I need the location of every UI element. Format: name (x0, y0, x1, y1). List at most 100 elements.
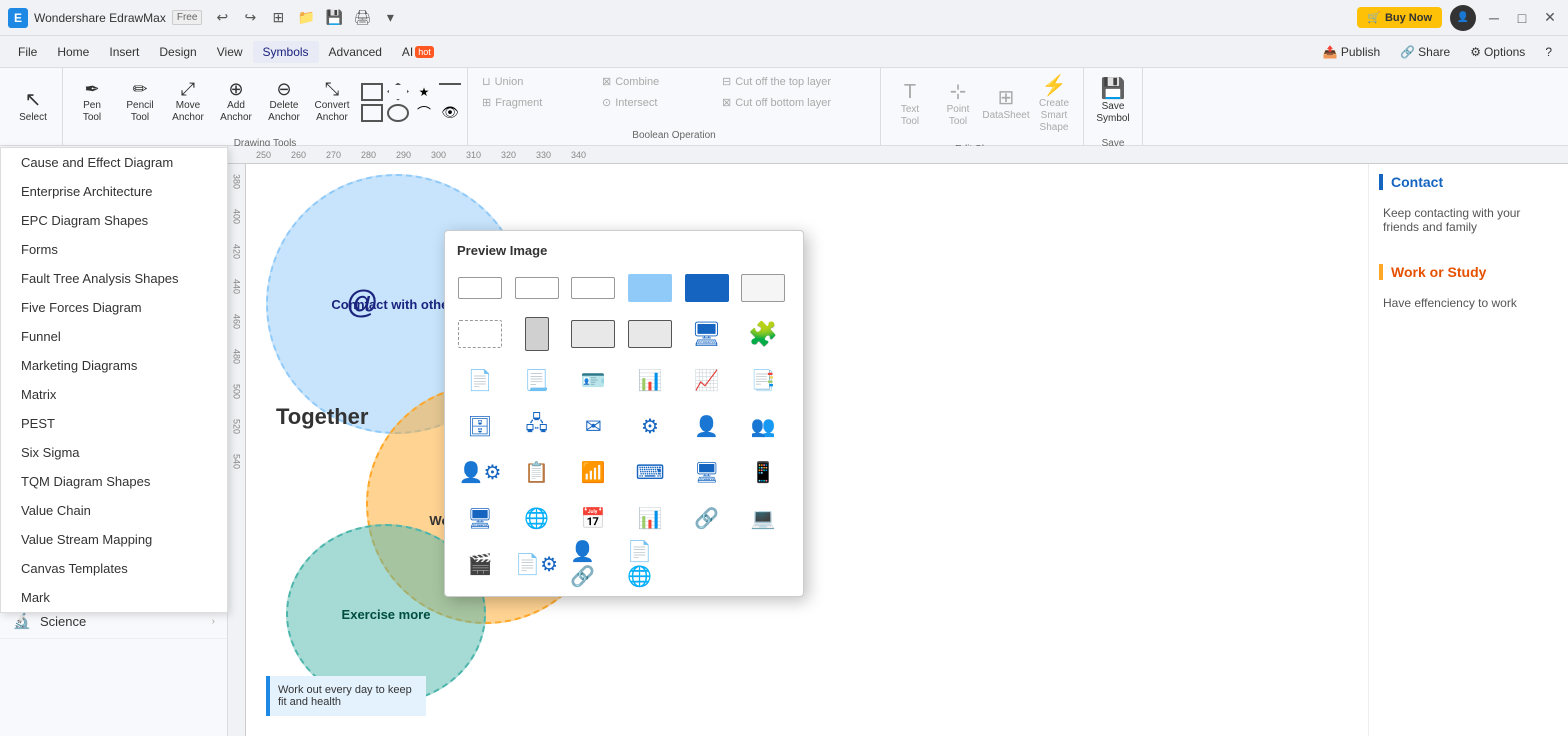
save-symbol-btn[interactable]: 💾 SaveSymbol (1090, 72, 1136, 132)
dropdown-tqm[interactable]: TQM Diagram Shapes (1, 467, 227, 496)
minimize-btn[interactable]: ─ (1484, 8, 1504, 28)
point-tool-btn[interactable]: ⊹ PointTool (935, 75, 981, 135)
dropdown-cause-effect[interactable]: Cause and Effect Diagram (1, 148, 227, 177)
icon-doc-report[interactable]: 📑 (740, 360, 786, 400)
combine-btn[interactable]: ⊠ Combine (594, 72, 714, 91)
shape-rect-filled[interactable] (627, 268, 673, 308)
icon-clipboard[interactable]: 📋 (514, 452, 560, 492)
icon-table[interactable]: 📊 (627, 360, 673, 400)
shape-puzzle[interactable]: 🧩 (740, 314, 786, 354)
dropdown-value-chain[interactable]: Value Chain (1, 496, 227, 525)
dropdown-matrix[interactable]: Matrix (1, 380, 227, 409)
line-shape[interactable] (439, 83, 461, 101)
dropdown-mark[interactable]: Mark (1, 583, 227, 612)
undo-btn[interactable]: ↩ (210, 6, 234, 30)
icon-email[interactable]: ✉ (570, 406, 616, 446)
dropdown-epc[interactable]: EPC Diagram Shapes (1, 206, 227, 235)
buy-now-button[interactable]: 🛒 Buy Now (1357, 7, 1442, 28)
help-btn[interactable]: ? (1537, 41, 1560, 63)
icon-signal[interactable]: 📶 (570, 452, 616, 492)
rect2-shape[interactable] (361, 104, 383, 122)
menu-view[interactable]: View (207, 41, 253, 63)
dropdown-forms[interactable]: Forms (1, 235, 227, 264)
icon-media[interactable]: 🎬 (457, 544, 503, 584)
menu-insert[interactable]: Insert (99, 41, 149, 63)
icon-settings[interactable]: ⚙ (627, 406, 673, 446)
shape-monitor[interactable]: 🖥 (684, 314, 730, 354)
publish-btn[interactable]: 📤Publish (1315, 41, 1388, 63)
shape-rect-light[interactable] (740, 268, 786, 308)
icon-report[interactable]: 📊 (627, 498, 673, 538)
share-btn[interactable]: 🔗Share (1392, 41, 1458, 63)
dropdown-value-stream[interactable]: Value Stream Mapping (1, 525, 227, 554)
icon-user-connect[interactable]: 👤🔗 (570, 544, 616, 584)
eye-shape[interactable]: 👁 (439, 104, 461, 122)
icon-team[interactable]: 👥 (740, 406, 786, 446)
shape-rect-outline2[interactable] (627, 314, 673, 354)
dropdown-canvas-templates[interactable]: Canvas Templates (1, 554, 227, 583)
dropdown-enterprise-arch[interactable]: Enterprise Architecture (1, 177, 227, 206)
icon-code[interactable]: 💻 (740, 498, 786, 538)
icon-card[interactable]: 🪪 (570, 360, 616, 400)
icon-doc-globe[interactable]: 📄🌐 (627, 544, 673, 584)
dropdown-six-sigma[interactable]: Six Sigma (1, 438, 227, 467)
more-btn[interactable]: ▾ (378, 6, 402, 30)
shape-rect-outline[interactable] (570, 314, 616, 354)
rect-shape[interactable] (361, 83, 383, 101)
icon-server[interactable]: 🖧 (514, 406, 560, 446)
menu-ai[interactable]: AI hot (392, 41, 444, 63)
icon-desktop[interactable]: 🖥 (684, 452, 730, 492)
icon-database[interactable]: 🗄 (457, 406, 503, 446)
icon-person[interactable]: 👤 (684, 406, 730, 446)
cut-top-btn[interactable]: ⊟ Cut off the top layer (714, 72, 874, 91)
datasheet-btn[interactable]: ⊞ DataSheet (983, 75, 1029, 135)
redo-btn[interactable]: ↪ (238, 6, 262, 30)
icon-globe[interactable]: 🌐 (514, 498, 560, 538)
dropdown-marketing[interactable]: Marketing Diagrams (1, 351, 227, 380)
dropdown-fault-tree[interactable]: Fault Tree Analysis Shapes (1, 264, 227, 293)
menu-home[interactable]: Home (47, 41, 99, 63)
dropdown-pest[interactable]: PEST (1, 409, 227, 438)
print-btn[interactable]: 🖨 (350, 6, 374, 30)
icon-keyboard[interactable]: ⌨ (627, 452, 673, 492)
select-tool-btn[interactable]: ↖ Select (10, 77, 56, 137)
icon-chart[interactable]: 📈 (684, 360, 730, 400)
pen-tool-btn[interactable]: ✒ PenTool (69, 72, 115, 132)
shape-dashed-rect[interactable] (457, 314, 503, 354)
menu-design[interactable]: Design (149, 41, 206, 63)
text-tool-btn[interactable]: T TextTool (887, 75, 933, 135)
dropdown-funnel[interactable]: Funnel (1, 322, 227, 351)
union-btn[interactable]: ⊔ Union (474, 72, 594, 91)
intersect-btn[interactable]: ⊙ Intersect (594, 93, 714, 112)
save-btn[interactable]: 💾 (322, 6, 346, 30)
icon-doc-settings[interactable]: 📄⚙ (514, 544, 560, 584)
icon-monitor2[interactable]: 🖥 (457, 498, 503, 538)
cut-bottom-btn[interactable]: ⊠ Cut off bottom layer (714, 93, 874, 112)
shape-wide-rect[interactable] (457, 268, 503, 308)
curve-shape[interactable]: ⌒ (413, 104, 435, 122)
menu-symbols[interactable]: Symbols (253, 41, 319, 63)
shape-rect3[interactable] (570, 268, 616, 308)
menu-advanced[interactable]: Advanced (319, 41, 392, 63)
fragment-btn[interactable]: ⊞ Fragment (474, 93, 594, 112)
diamond-shape[interactable] (387, 83, 409, 101)
icon-document1[interactable]: 📄 (457, 360, 503, 400)
icon-network[interactable]: 🔗 (684, 498, 730, 538)
menu-file[interactable]: File (8, 41, 47, 63)
close-btn[interactable]: ✕ (1540, 8, 1560, 28)
shape-rect2[interactable] (514, 268, 560, 308)
icon-calendar[interactable]: 📅 (570, 498, 616, 538)
create-smart-shape-btn[interactable]: ⚡ Create SmartShape (1031, 72, 1077, 138)
convert-anchor-btn[interactable]: ⤡ ConvertAnchor (309, 72, 355, 132)
open-btn[interactable]: 📁 (294, 6, 318, 30)
add-anchor-btn[interactable]: ⊕ AddAnchor (213, 72, 259, 132)
shape-rect-blue[interactable] (684, 268, 730, 308)
dropdown-five-forces[interactable]: Five Forces Diagram (1, 293, 227, 322)
new-tab-btn[interactable]: ⊞ (266, 6, 290, 30)
delete-anchor-btn[interactable]: ⊖ DeleteAnchor (261, 72, 307, 132)
icon-tablet[interactable]: 📱 (740, 452, 786, 492)
circle-shape[interactable] (387, 104, 409, 122)
icon-user-gear[interactable]: 👤⚙ (457, 452, 503, 492)
pencil-tool-btn[interactable]: ✏ PencilTool (117, 72, 163, 132)
star-shape[interactable]: ★ (413, 83, 435, 101)
